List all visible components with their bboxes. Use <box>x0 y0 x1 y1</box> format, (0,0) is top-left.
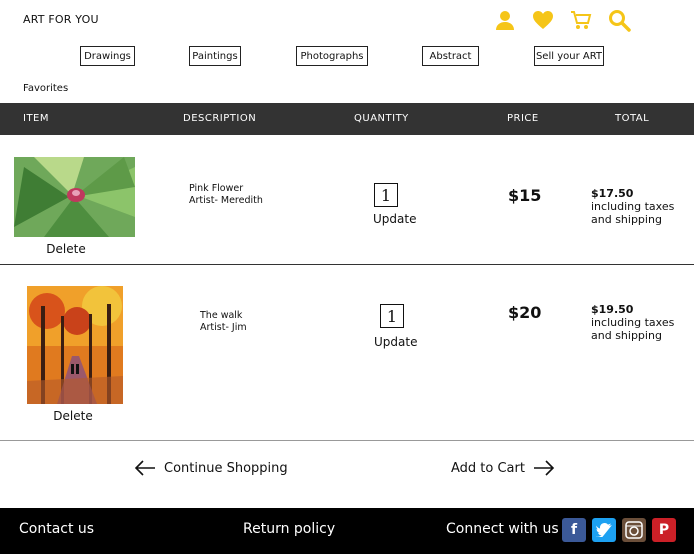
total-amount: $19.50 <box>591 303 634 316</box>
user-icon[interactable] <box>492 8 518 32</box>
total-note-line-2: and shipping <box>591 213 662 226</box>
category-photographs[interactable]: Photographs <box>296 46 368 66</box>
header-description: DESCRIPTION <box>183 113 257 124</box>
contact-us-link[interactable]: Contact us <box>19 521 94 537</box>
continue-shopping-label: Continue Shopping <box>164 460 288 476</box>
item-total: $17.50 including taxes and shipping <box>591 187 674 226</box>
total-note-line-1: including taxes <box>591 200 675 213</box>
cart-actions: Continue Shopping Add to Cart <box>0 460 694 484</box>
header-quantity: QUANTITY <box>354 113 409 124</box>
delete-button[interactable]: Delete <box>44 242 88 256</box>
category-sell-your-art[interactable]: Sell your ART <box>534 46 604 66</box>
header-item: ITEM <box>23 113 50 124</box>
table-row: Delete The walk Artist- Jim 1 Update $20… <box>0 265 694 440</box>
item-price: $15 <box>508 186 542 205</box>
arrow-right-icon <box>533 460 555 476</box>
delete-button[interactable]: Delete <box>51 409 95 423</box>
return-policy-link[interactable]: Return policy <box>243 521 335 537</box>
footer: Contact us Return policy Connect with us… <box>0 508 694 554</box>
header-total: TOTAL <box>615 113 650 124</box>
item-title: Pink Flower <box>189 183 244 194</box>
pinterest-icon[interactable]: P <box>652 518 676 542</box>
brand-title[interactable]: ART FOR YOU <box>23 13 99 26</box>
quantity-input[interactable]: 1 <box>374 183 398 207</box>
item-artist: Artist- Jim <box>200 322 247 333</box>
row-divider <box>0 440 694 441</box>
table-row: Delete Pink Flower Artist- Meredith 1 Up… <box>0 135 694 264</box>
twitter-icon[interactable] <box>592 518 616 542</box>
total-amount: $17.50 <box>591 187 634 200</box>
social-links: f P <box>562 518 676 542</box>
section-label: Favorites <box>23 83 69 94</box>
instagram-icon[interactable] <box>622 518 646 542</box>
facebook-icon[interactable]: f <box>562 518 586 542</box>
item-artist: Artist- Meredith <box>189 195 263 206</box>
update-button[interactable]: Update <box>374 335 417 349</box>
add-to-cart-link[interactable]: Add to Cart <box>451 460 555 476</box>
table-header: ITEM DESCRIPTION QUANTITY PRICE TOTAL <box>0 103 694 135</box>
cart-icon[interactable] <box>568 8 594 32</box>
category-drawings[interactable]: Drawings <box>80 46 135 66</box>
item-price: $20 <box>508 303 542 322</box>
search-icon[interactable] <box>606 8 632 32</box>
continue-shopping-link[interactable]: Continue Shopping <box>134 460 288 476</box>
header-icons <box>492 8 632 32</box>
arrow-left-icon <box>134 460 155 476</box>
artwork-thumbnail[interactable] <box>27 286 123 404</box>
artwork-thumbnail[interactable] <box>14 157 135 237</box>
category-nav: Drawings Paintings Photographs Abstract … <box>0 46 694 66</box>
category-paintings[interactable]: Paintings <box>189 46 241 66</box>
quantity-input[interactable]: 1 <box>380 304 404 328</box>
connect-label: Connect with us : <box>446 521 568 537</box>
category-abstract[interactable]: Abstract <box>422 46 479 66</box>
item-total: $19.50 including taxes and shipping <box>591 303 674 342</box>
item-description: Pink Flower Artist- Meredith <box>189 183 263 207</box>
heart-icon[interactable] <box>530 8 556 32</box>
update-button[interactable]: Update <box>373 212 416 226</box>
total-note-line-2: and shipping <box>591 329 662 342</box>
add-to-cart-label: Add to Cart <box>451 460 525 476</box>
header-price: PRICE <box>507 113 539 124</box>
item-description: The walk Artist- Jim <box>200 310 247 334</box>
total-note-line-1: including taxes <box>591 316 675 329</box>
item-title: The walk <box>200 310 243 321</box>
